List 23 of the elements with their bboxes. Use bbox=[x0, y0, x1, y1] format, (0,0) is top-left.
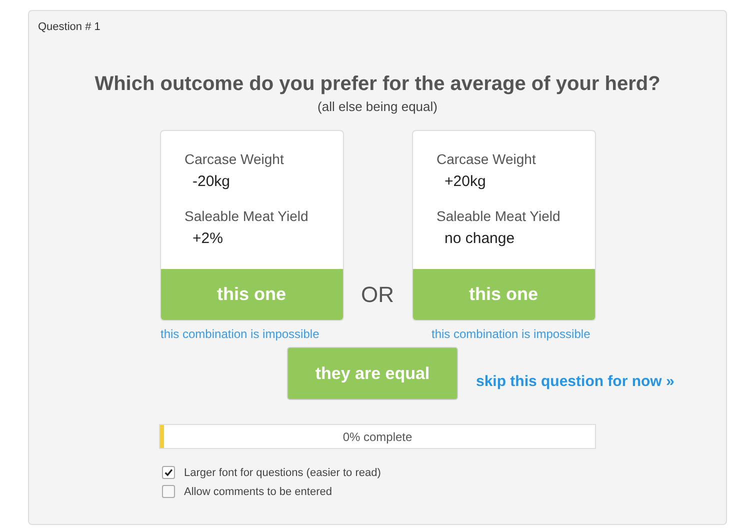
checkbox-label: Allow comments to be entered bbox=[184, 486, 332, 498]
impossible-link[interactable]: this combination is impossible bbox=[160, 327, 344, 341]
attribute-value: -20kg bbox=[192, 173, 232, 190]
checkbox[interactable] bbox=[162, 466, 175, 479]
attribute-value: +20kg bbox=[444, 173, 487, 190]
choose-button[interactable]: this one bbox=[160, 269, 342, 320]
skip-link[interactable]: skip this question for now » bbox=[476, 373, 674, 390]
impossible-link[interactable]: this combination is impossible bbox=[432, 327, 596, 341]
attribute-value: +2% bbox=[192, 230, 224, 247]
attribute-value: no change bbox=[444, 230, 516, 247]
progress-label: 0% complete bbox=[342, 430, 412, 444]
question-title: Which outcome do you prefer for the average of your herd? bbox=[94, 73, 662, 96]
attribute-name: Carcase Weight bbox=[184, 151, 285, 167]
equal-button[interactable]: they are equal bbox=[287, 347, 458, 400]
attribute-name: Saleable Meat Yield bbox=[184, 208, 310, 224]
checkbox-label: Larger font for questions (easier to read) bbox=[184, 466, 381, 478]
question-subtitle: (all else being equal) bbox=[316, 99, 438, 114]
checkbox[interactable] bbox=[162, 485, 175, 498]
or-separator: OR bbox=[360, 282, 395, 309]
attribute-name: Saleable Meat Yield bbox=[436, 208, 562, 224]
attribute-name: Carcase Weight bbox=[436, 151, 537, 167]
choose-button[interactable]: this one bbox=[412, 269, 594, 320]
question-number: Question # 1 bbox=[37, 21, 102, 33]
